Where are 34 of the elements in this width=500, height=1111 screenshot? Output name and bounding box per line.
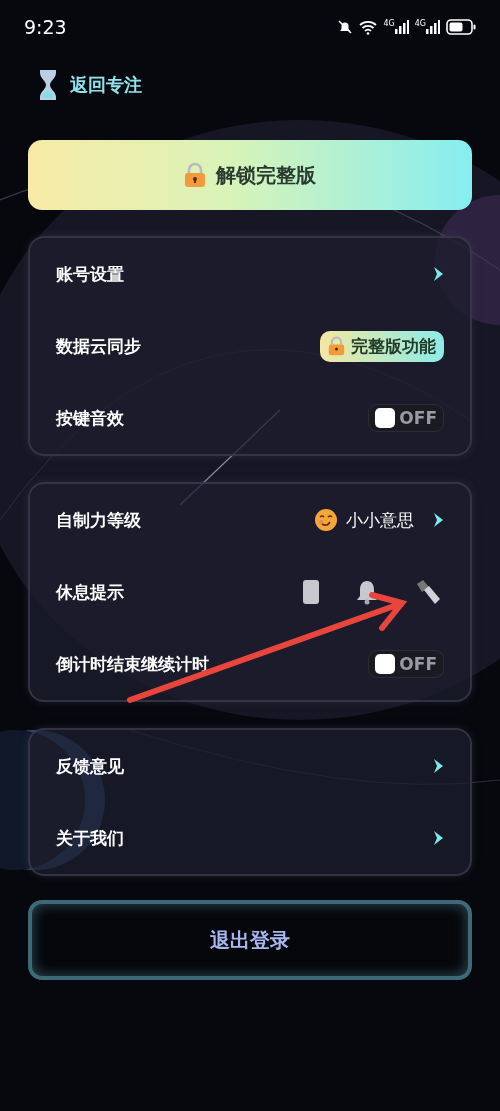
battery-icon bbox=[446, 19, 476, 35]
setting-label: 数据云同步 bbox=[56, 334, 141, 358]
chevron-right-icon[interactable] bbox=[432, 266, 444, 282]
phone-icon[interactable] bbox=[302, 579, 320, 605]
setting-label: 休息提示 bbox=[56, 580, 124, 604]
setting-label: 按键音效 bbox=[56, 406, 124, 430]
toggle-switch[interactable]: OFF bbox=[368, 404, 444, 432]
wifi-icon bbox=[359, 19, 378, 35]
smiley-icon bbox=[314, 508, 338, 532]
setting-label: 倒计时结束继续计时 bbox=[56, 652, 209, 676]
chevron-right-icon[interactable] bbox=[432, 758, 444, 774]
level-value: 小小意思 bbox=[346, 508, 414, 532]
setting-label: 反馈意见 bbox=[56, 754, 124, 778]
signal-icon bbox=[426, 20, 440, 34]
status-time: 9:23 bbox=[24, 16, 67, 38]
bell-icon[interactable] bbox=[354, 579, 380, 605]
setting-label: 关于我们 bbox=[56, 826, 124, 850]
chevron-right-icon[interactable] bbox=[432, 512, 444, 528]
muted-bell-icon bbox=[337, 19, 354, 35]
setting-label: 自制力等级 bbox=[56, 508, 141, 532]
setting-label: 账号设置 bbox=[56, 262, 124, 286]
network-label: 4G bbox=[383, 20, 395, 28]
back-to-focus-link[interactable]: 返回专注 bbox=[38, 68, 142, 102]
unlock-full-version-button[interactable]: 解锁完整版 bbox=[28, 140, 472, 210]
lock-icon bbox=[184, 162, 206, 188]
signal-icon bbox=[394, 20, 409, 34]
lock-icon bbox=[328, 336, 345, 356]
flashlight-icon[interactable] bbox=[414, 579, 442, 605]
toggle-switch[interactable]: OFF bbox=[368, 650, 444, 678]
network-label: 4G bbox=[414, 20, 426, 28]
full-version-badge[interactable]: 完整版功能 bbox=[320, 330, 444, 362]
chevron-right-icon[interactable] bbox=[432, 830, 444, 846]
hourglass-icon bbox=[38, 68, 58, 102]
logout-button[interactable]: 退出登录 bbox=[28, 900, 472, 980]
